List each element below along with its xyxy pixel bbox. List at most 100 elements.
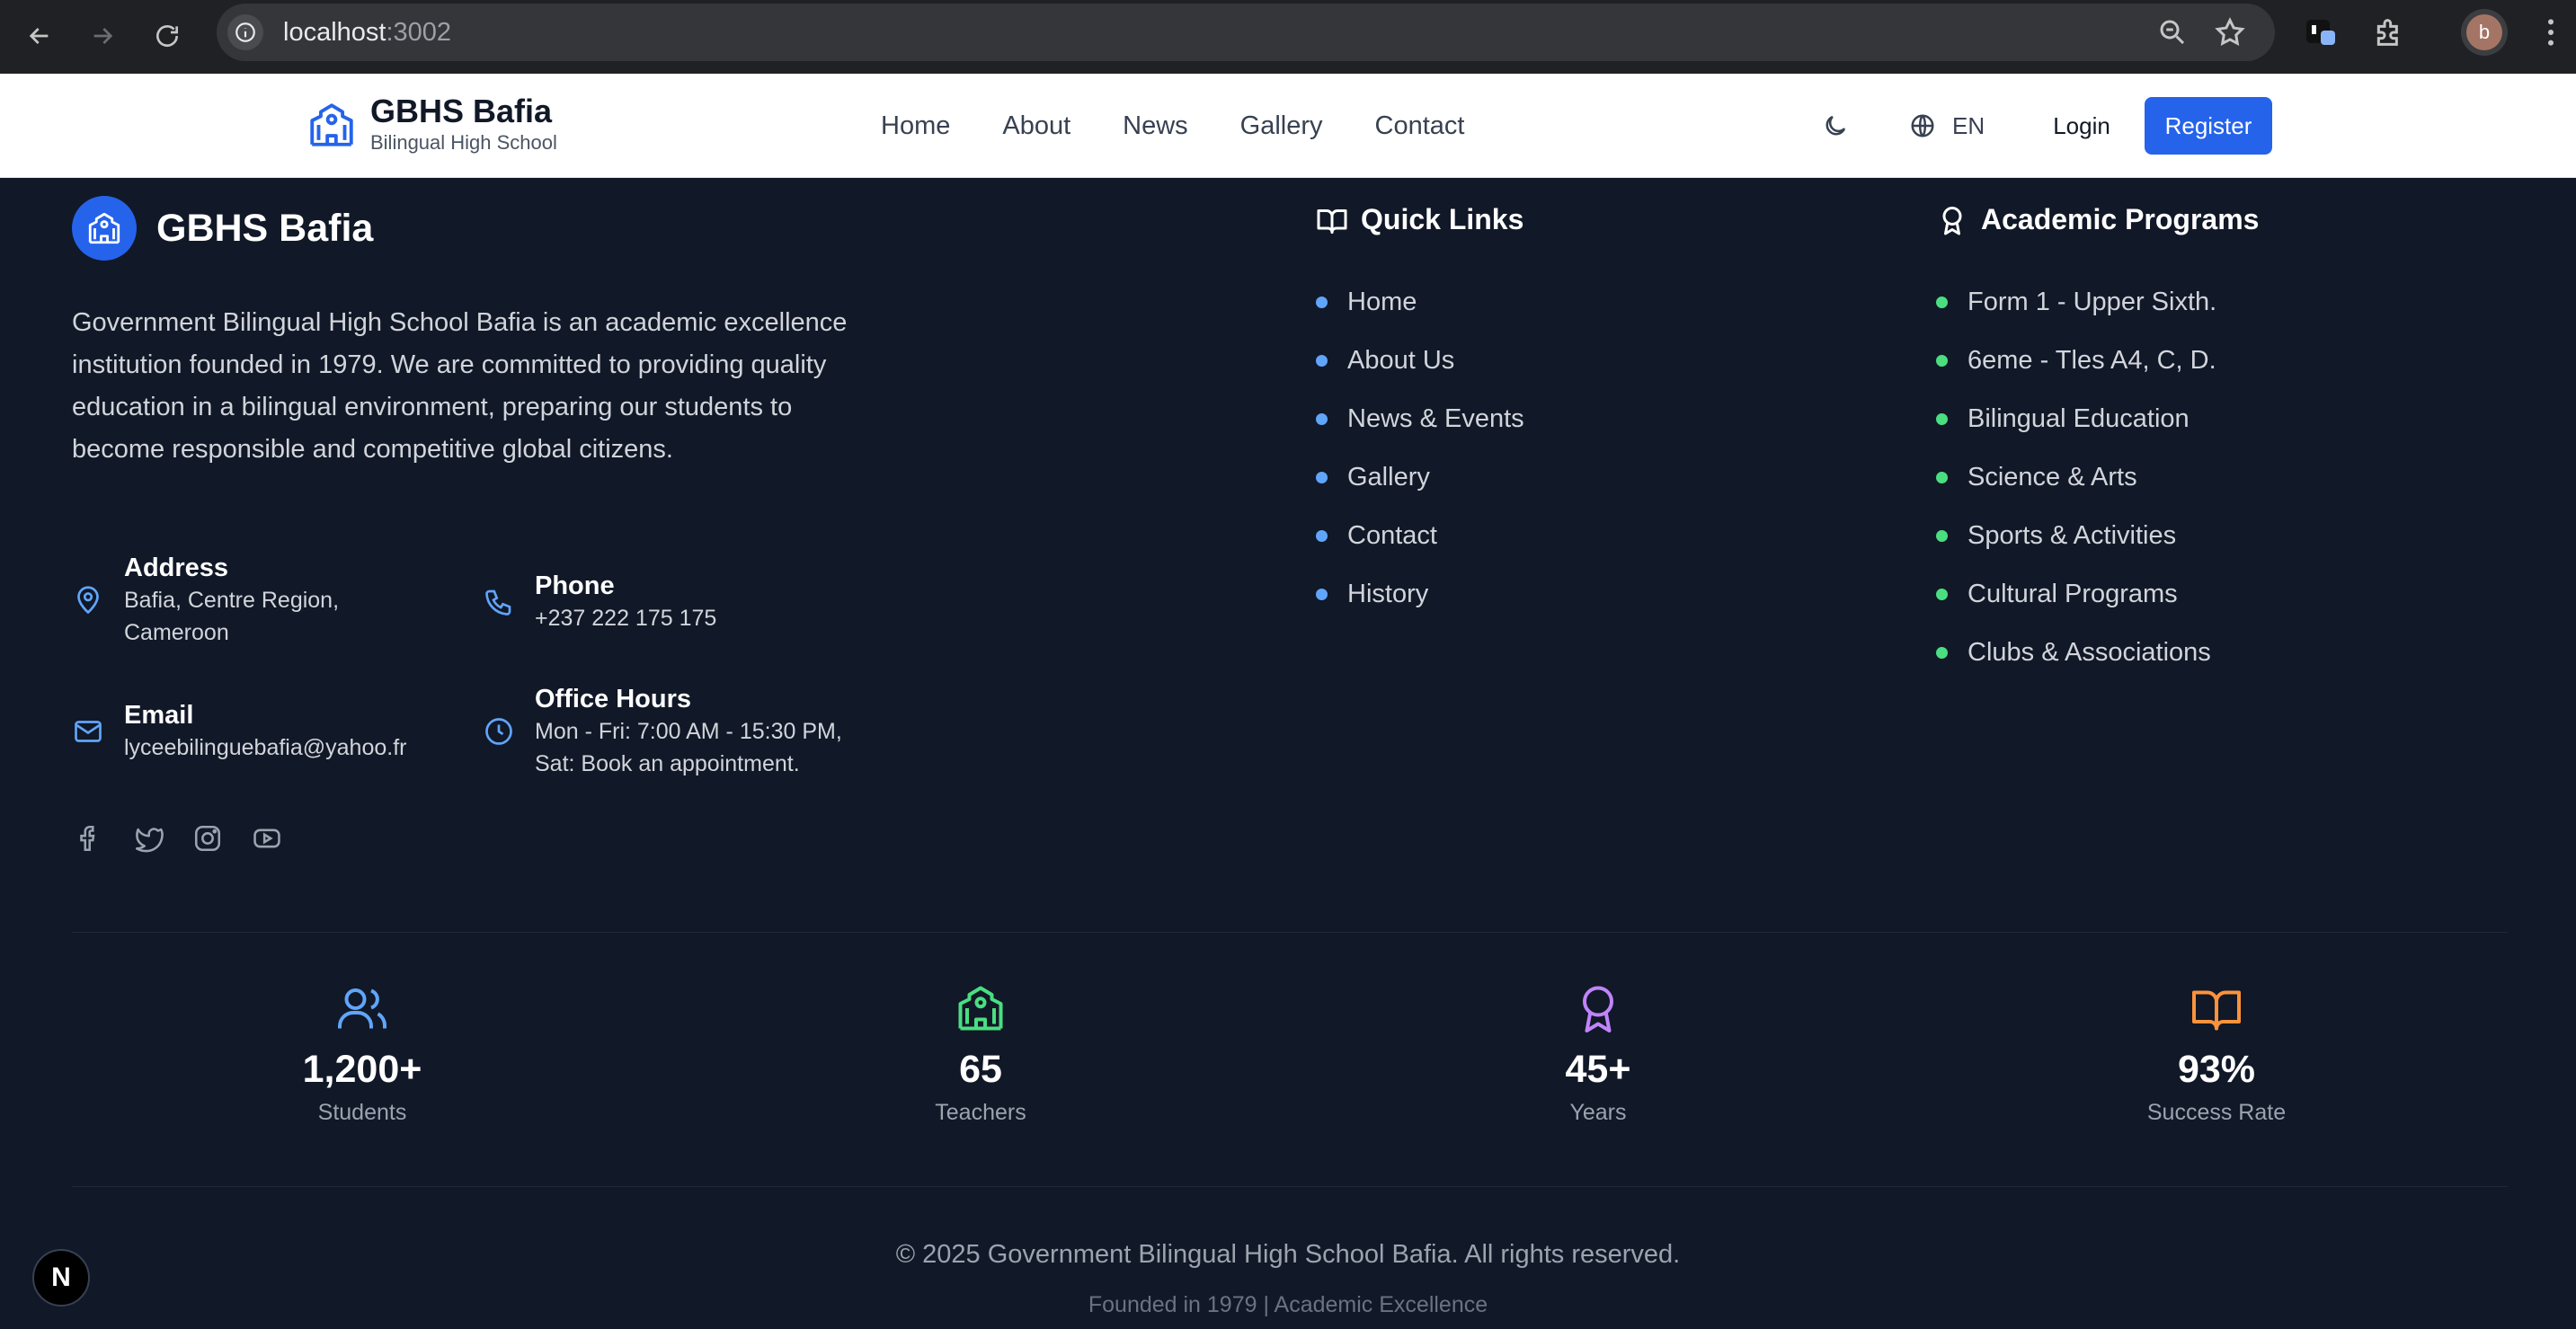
academic-programs-list: Form 1 - Upper Sixth. 6eme - Tles A4, C,… (1936, 273, 2216, 682)
email-title: Email (124, 701, 194, 730)
program-item: Clubs & Associations (1936, 624, 2216, 682)
email-address[interactable]: lyceebilinguebafia@yahoo.fr (124, 731, 406, 764)
address-line2: Cameroon (124, 620, 229, 645)
program-item: Cultural Programs (1936, 565, 2216, 624)
contact-phone: Phone +237 222 175 175 (483, 570, 716, 634)
nav-news[interactable]: News (1123, 106, 1188, 146)
forward-button[interactable] (83, 16, 122, 56)
stat-value: 1,200+ (302, 1048, 422, 1091)
quick-link-gallery[interactable]: Gallery (1316, 448, 1524, 507)
stat-teachers: 65 Teachers (846, 981, 1115, 1129)
book-open-icon (2192, 990, 2241, 1031)
program-item: Sports & Activities (1936, 507, 2216, 565)
reload-button[interactable] (147, 16, 187, 56)
quick-link-news[interactable]: News & Events (1316, 390, 1524, 448)
site-header: GBHS Bafia Bilingual High School Home Ab… (0, 74, 2576, 178)
quick-links-list: Home About Us News & Events Gallery Cont… (1316, 273, 1524, 624)
address-title: Address (124, 554, 229, 582)
school-icon (310, 103, 353, 146)
award-icon (1583, 986, 1613, 1032)
phone-title: Phone (535, 571, 615, 600)
contact-email: Email lyceebilinguebafia@yahoo.fr (72, 699, 406, 764)
book-open-icon (1317, 208, 1347, 234)
globe-icon (1911, 114, 1934, 137)
school-icon (72, 196, 137, 261)
phone-icon (485, 589, 511, 616)
nextjs-dev-badge[interactable]: N (32, 1249, 90, 1307)
users-icon (338, 988, 386, 1029)
stat-label: Students (317, 1100, 407, 1125)
site-info-icon[interactable] (227, 14, 263, 50)
quick-link-contact[interactable]: Contact (1316, 507, 1524, 565)
nav-home[interactable]: Home (881, 106, 950, 146)
nav-about[interactable]: About (1002, 106, 1070, 146)
about-description: Government Bilingual High School Bafia i… (72, 308, 848, 464)
language-selector[interactable]: EN (1909, 106, 1985, 146)
phone-number[interactable]: +237 222 175 175 (535, 602, 716, 634)
facebook-icon[interactable] (72, 821, 106, 855)
theme-toggle-button[interactable] (1816, 106, 1855, 146)
twitter-icon[interactable] (131, 821, 165, 855)
divider (72, 1186, 2508, 1187)
hours-line1: Mon - Fri: 7:00 AM - 15:30 PM, (535, 719, 842, 744)
nav-gallery[interactable]: Gallery (1240, 106, 1323, 146)
award-icon (1942, 206, 1962, 235)
brand-title: GBHS Bafia (370, 93, 553, 129)
arrow-left-icon (29, 28, 49, 44)
mail-icon (75, 721, 102, 742)
stat-value: 45+ (1565, 1048, 1631, 1091)
moon-icon (1825, 115, 1846, 136)
hours-title: Office Hours (535, 685, 692, 713)
social-links (72, 821, 284, 855)
stat-value: 93% (2177, 1048, 2256, 1091)
program-item: Form 1 - Upper Sixth. (1936, 273, 2216, 332)
address-line1: Bafia, Centre Region, (124, 588, 340, 613)
quick-link-home[interactable]: Home (1316, 273, 1524, 332)
stat-label: Success Rate (2146, 1100, 2287, 1125)
address-bar[interactable]: localhost:3002 (217, 4, 2275, 61)
stat-label: Years (1569, 1100, 1627, 1125)
quick-links-heading: Quick Links (1316, 203, 1523, 236)
program-item: Bilingual Education (1936, 390, 2216, 448)
founded-text: Founded in 1979 | Academic Excellence (1088, 1292, 1488, 1317)
brand-subtitle: Bilingual High School (370, 131, 557, 154)
instagram-icon[interactable] (191, 821, 225, 855)
menu-dots-icon[interactable] (2533, 14, 2569, 50)
bookmark-star-icon[interactable] (2214, 16, 2246, 49)
extension-icon[interactable] (2303, 14, 2339, 50)
extensions-puzzle-icon[interactable] (2371, 14, 2407, 50)
clock-icon (485, 718, 512, 745)
zoom-icon[interactable] (2156, 16, 2189, 49)
quick-link-history[interactable]: History (1316, 565, 1524, 624)
contact-office-hours: Office Hours Mon - Fri: 7:00 AM - 15:30 … (483, 683, 842, 780)
quick-link-about[interactable]: About Us (1316, 332, 1524, 390)
browser-toolbar: localhost:3002 b (0, 0, 2576, 74)
program-item: 6eme - Tles A4, C, D. (1936, 332, 2216, 390)
stat-students: 1,200+ Students (227, 981, 497, 1129)
arrow-right-icon (93, 28, 113, 44)
url-text: localhost:3002 (283, 18, 452, 47)
register-button[interactable]: Register (2145, 97, 2272, 155)
header-brand[interactable]: GBHS Bafia Bilingual High School (306, 93, 557, 156)
footer-brand-title: GBHS Bafia (156, 206, 374, 250)
stat-years: 45+ Years (1463, 981, 1733, 1129)
profile-avatar[interactable]: b (2466, 14, 2502, 50)
stat-value: 65 (959, 1048, 1002, 1091)
footer-brand: GBHS Bafia (72, 196, 373, 261)
academic-programs-heading: Academic Programs (1936, 203, 2259, 236)
login-button[interactable]: Login (2037, 97, 2127, 155)
school-icon (958, 986, 1003, 1031)
back-button[interactable] (20, 16, 59, 56)
copyright-text: © 2025 Government Bilingual High School … (895, 1240, 1681, 1269)
hours-line2: Sat: Book an appointment. (535, 751, 800, 776)
stat-success-rate: 93% Success Rate (2082, 981, 2351, 1129)
contact-address: Address Bafia, Centre Region, Cameroon (72, 552, 339, 649)
map-pin-icon (77, 586, 99, 615)
reload-icon (156, 25, 178, 47)
stat-label: Teachers (935, 1100, 1026, 1125)
nav-contact[interactable]: Contact (1375, 106, 1465, 146)
youtube-icon[interactable] (250, 821, 284, 855)
divider (72, 932, 2508, 933)
main-nav: Home About News Gallery Contact (881, 106, 1516, 146)
language-label: EN (1952, 111, 1985, 139)
